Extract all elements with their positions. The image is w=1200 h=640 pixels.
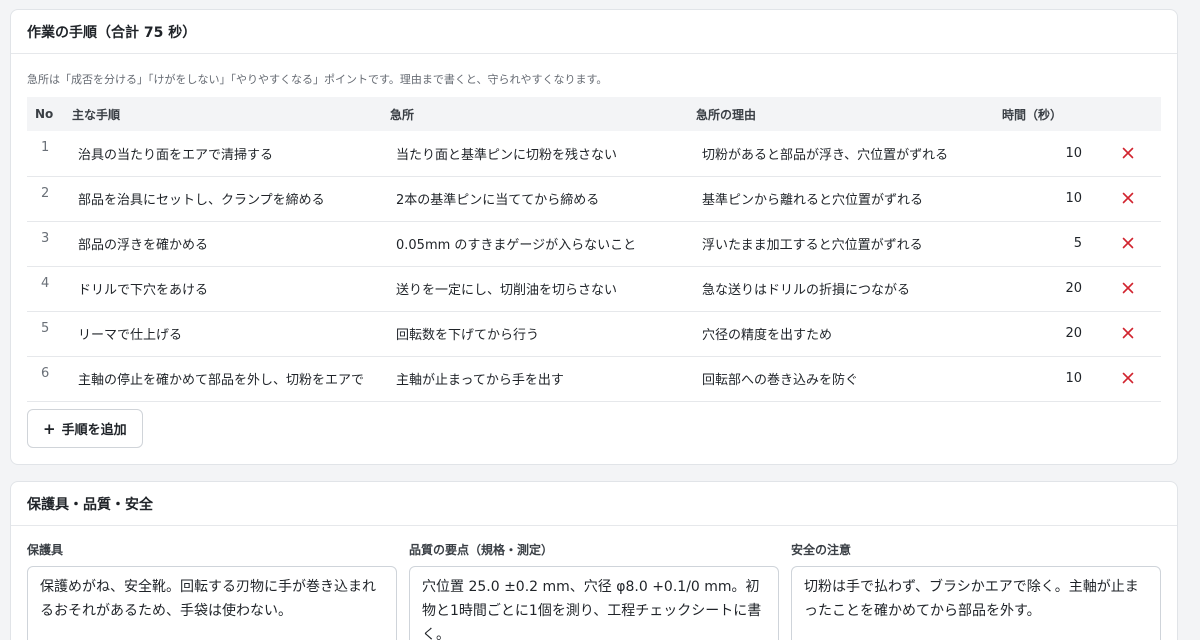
step-no: 2	[27, 176, 64, 222]
key-point-text[interactable]: 2本の基準ピンに当ててから締める	[382, 176, 688, 222]
steps-title: 作業の手順（合計 75 秒）	[11, 10, 1177, 54]
time-value[interactable]: 20	[994, 266, 1094, 312]
time-value[interactable]: 10	[994, 131, 1094, 177]
reason-text[interactable]: 浮いたまま加工すると穴位置がずれる	[688, 221, 994, 267]
step-no: 3	[27, 221, 64, 267]
table-row: 5 リーマで仕上げる 回転数を下げてから行う 穴径の精度を出すため 20	[27, 311, 1161, 357]
add-step-button[interactable]: + 手順を追加	[27, 409, 143, 448]
step-text[interactable]: 治具の当たり面をエアで清掃する	[64, 131, 382, 177]
table-row: 2 部品を治具にセットし、クランプを締める 2本の基準ピンに当ててから締める 基準ピン…	[27, 176, 1161, 222]
key-point-text[interactable]: 回転数を下げてから行う	[382, 311, 688, 357]
step-text[interactable]: ドリルで下穴をあける	[64, 266, 382, 312]
step-no: 6	[27, 356, 64, 402]
safety-card: 保護具・品質・安全 保護具 保護めがね、安全靴。回転する刃物に手が巻き込まれるお…	[10, 481, 1178, 640]
safety-note-textarea[interactable]: 切粉は手で払わず、ブラシかエアで除く。主軸が止まったことを確かめてから部品を外す…	[791, 566, 1161, 640]
safety-fields: 保護具 保護めがね、安全靴。回転する刃物に手が巻き込まれるおそれがあるため、手袋…	[27, 542, 1161, 640]
reason-text[interactable]: 基準ピンから離れると穴位置がずれる	[688, 176, 994, 222]
key-point-text[interactable]: 主軸が止まってから手を出す	[382, 356, 688, 402]
close-icon	[1122, 237, 1133, 249]
column-header-time: 時間（秒）	[994, 97, 1094, 131]
time-value[interactable]: 5	[994, 221, 1094, 267]
delete-step-button[interactable]	[1116, 322, 1140, 346]
ppe-textarea[interactable]: 保護めがね、安全靴。回転する刃物に手が巻き込まれるおそれがあるため、手袋は使わな…	[27, 566, 397, 640]
step-text[interactable]: 部品の浮きを確かめる	[64, 221, 382, 267]
step-no: 1	[27, 131, 64, 177]
delete-step-button[interactable]	[1116, 141, 1140, 165]
step-no: 4	[27, 266, 64, 312]
row-actions	[1094, 131, 1161, 177]
reason-text[interactable]: 急な送りはドリルの折損につながる	[688, 266, 994, 312]
close-icon	[1122, 192, 1133, 204]
plus-icon: +	[43, 419, 56, 438]
add-step-label: 手順を追加	[61, 423, 127, 438]
reason-text[interactable]: 穴径の精度を出すため	[688, 311, 994, 357]
steps-card: 作業の手順（合計 75 秒） 急所は「成否を分ける」「けがをしない」「やりやすく…	[10, 9, 1178, 465]
table-row: 3 部品の浮きを確かめる 0.05mm のすきまゲージが入らないこと 浮いたまま加工す…	[27, 221, 1161, 267]
column-header-key-point: 急所	[382, 97, 688, 131]
column-header-no: No	[27, 97, 64, 131]
key-point-text[interactable]: 当たり面と基準ピンに切粉を残さない	[382, 131, 688, 177]
safety-title: 保護具・品質・安全	[11, 482, 1177, 526]
quality-textarea[interactable]: 穴位置 25.0 ±0.2 mm、穴径 φ8.0 +0.1/0 mm。初物と1時…	[409, 566, 779, 640]
close-icon	[1122, 147, 1133, 159]
steps-body: 1 治具の当たり面をエアで清掃する 当たり面と基準ピンに切粉を残さない 切粉があると部…	[27, 131, 1161, 402]
close-icon	[1122, 327, 1133, 339]
row-actions	[1094, 266, 1161, 312]
delete-step-button[interactable]	[1116, 277, 1140, 301]
safety-note-field: 安全の注意 切粉は手で払わず、ブラシかエアで除く。主軸が止まったことを確かめてか…	[791, 542, 1161, 640]
table-row: 1 治具の当たり面をエアで清掃する 当たり面と基準ピンに切粉を残さない 切粉があると部…	[27, 131, 1161, 177]
delete-step-button[interactable]	[1116, 367, 1140, 391]
safety-note-label: 安全の注意	[791, 543, 852, 557]
close-icon	[1122, 372, 1133, 384]
row-actions	[1094, 356, 1161, 402]
column-header-actions	[1094, 97, 1161, 131]
row-actions	[1094, 176, 1161, 222]
column-header-reason: 急所の理由	[688, 97, 994, 131]
step-text[interactable]: リーマで仕上げる	[64, 311, 382, 357]
ppe-label: 保護具	[27, 543, 64, 557]
table-row: 6 主軸の停止を確かめて部品を外し、切粉をエアで 主軸が止まってから手を出す 回転部へ…	[27, 356, 1161, 402]
table-header-row: No 主な手順 急所 急所の理由 時間（秒）	[27, 97, 1161, 131]
quality-field: 品質の要点（規格・測定） 穴位置 25.0 ±0.2 mm、穴径 φ8.0 +0…	[409, 542, 779, 640]
time-value[interactable]: 20	[994, 311, 1094, 357]
reason-text[interactable]: 切粉があると部品が浮き、穴位置がずれる	[688, 131, 994, 177]
time-value[interactable]: 10	[994, 176, 1094, 222]
step-no: 5	[27, 311, 64, 357]
reason-text[interactable]: 回転部への巻き込みを防ぐ	[688, 356, 994, 402]
delete-step-button[interactable]	[1116, 232, 1140, 256]
key-point-text[interactable]: 0.05mm のすきまゲージが入らないこと	[382, 221, 688, 267]
steps-note: 急所は「成否を分ける」「けがをしない」「やりやすくなる」ポイントです。理由まで書…	[27, 73, 608, 86]
close-icon	[1122, 282, 1133, 294]
step-text[interactable]: 主軸の停止を確かめて部品を外し、切粉をエアで	[64, 356, 382, 402]
step-text[interactable]: 部品を治具にセットし、クランプを締める	[64, 176, 382, 222]
table-row: 4 ドリルで下穴をあける 送りを一定にし、切削油を切らさない 急な送りはドリルの折損に…	[27, 266, 1161, 312]
delete-step-button[interactable]	[1116, 187, 1140, 211]
ppe-field: 保護具 保護めがね、安全靴。回転する刃物に手が巻き込まれるおそれがあるため、手袋…	[27, 542, 397, 640]
steps-table: No 主な手順 急所 急所の理由 時間（秒） 1 治具の当たり面をエアで清掃する当…	[27, 97, 1161, 402]
column-header-step: 主な手順	[64, 97, 382, 131]
time-value[interactable]: 10	[994, 356, 1094, 402]
quality-label: 品質の要点（規格・測定）	[409, 543, 554, 557]
key-point-text[interactable]: 送りを一定にし、切削油を切らさない	[382, 266, 688, 312]
row-actions	[1094, 221, 1161, 267]
row-actions	[1094, 311, 1161, 357]
